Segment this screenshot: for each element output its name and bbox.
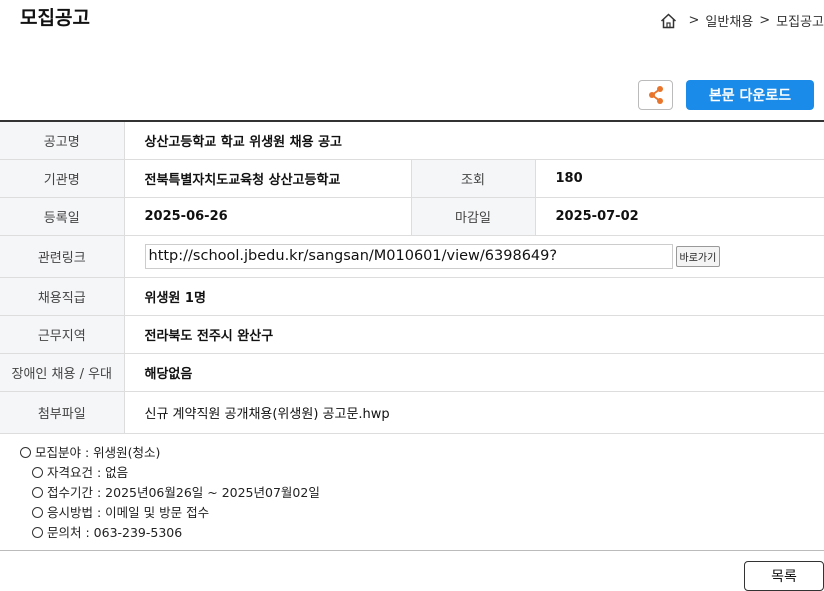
circle-bullet-icon [32,487,43,498]
org-value: 전북특별자치도교육청 상산고등학교 [124,159,411,198]
list-item: 접수기간 : 2025년06월26일 ~ 2025년07월02일 [20,483,320,503]
org-label: 기관명 [0,159,125,198]
table-row: 장애인 채용 / 우대 해당없음 [0,353,824,392]
table-row: 근무지역 전라북도 전주시 완산구 [0,315,824,354]
circle-bullet-icon [20,447,31,458]
file-label: 첨부파일 [0,391,125,434]
divider [0,550,824,551]
disabled-value: 해당없음 [124,353,824,392]
area-value: 전라북도 전주시 완산구 [124,315,824,354]
breadcrumb-item-current[interactable]: 모집공고 [776,11,824,30]
breadcrumb-separator: > [759,13,771,28]
home-icon[interactable] [660,12,677,29]
disabled-label: 장애인 채용 / 우대 [0,353,125,392]
description: 모집분야 : 위생원(청소) 자격요건 : 없음 접수기간 : 2025년06월… [20,443,320,543]
deadline-value: 2025-07-02 [535,197,824,236]
table-row: 기관명 전북특별자치도교육청 상산고등학교 조회 180 [0,159,824,198]
page-title: 모집공고 [20,7,90,29]
reg-date-value: 2025-06-26 [124,197,411,236]
link-field[interactable]: http://school.jbedu.kr/sangsan/M010601/v… [144,243,673,269]
link-cell: http://school.jbedu.kr/sangsan/M010601/v… [124,235,824,278]
table-row: 첨부파일 신규 계약직원 공개채용(위생원) 공고문.hwp [0,391,824,434]
list-button[interactable]: 목록 [744,561,824,591]
title-value: 상산고등학교 학교 위생원 채용 공고 [124,121,824,160]
area-label: 근무지역 [0,315,125,354]
share-button[interactable] [638,80,673,110]
table-row: 채용직급 위생원 1명 [0,277,824,316]
list-item: 응시방법 : 이메일 및 방문 접수 [20,503,320,523]
breadcrumb-item-general[interactable]: 일반채용 [705,11,753,30]
info-table: 공고명 상산고등학교 학교 위생원 채용 공고 기관명 전북특별자치도교육청 상… [0,120,824,434]
download-button[interactable]: 본문 다운로드 [686,80,814,110]
job-value: 위생원 1명 [124,277,824,316]
job-label: 채용직급 [0,277,125,316]
circle-bullet-icon [32,507,43,518]
circle-bullet-icon [32,467,43,478]
deadline-label: 마감일 [410,197,536,236]
breadcrumb: > 일반채용 > 모집공고 [660,11,824,30]
table-row: 관련링크 http://school.jbedu.kr/sangsan/M010… [0,235,824,278]
share-icon [648,86,663,104]
views-label: 조회 [410,159,536,198]
title-label: 공고명 [0,121,125,160]
breadcrumb-separator: > [688,13,700,28]
reg-date-label: 등록일 [0,197,125,236]
go-link-button[interactable]: 바로가기 [675,245,721,267]
list-item: 자격요건 : 없음 [20,463,320,483]
circle-bullet-icon [32,527,43,538]
list-item: 모집분야 : 위생원(청소) [20,443,320,463]
table-row: 등록일 2025-06-26 마감일 2025-07-02 [0,197,824,236]
link-label: 관련링크 [0,235,125,278]
list-item: 문의처 : 063-239-5306 [20,523,320,543]
file-link[interactable]: 신규 계약직원 공개채용(위생원) 공고문.hwp [124,391,824,434]
views-value: 180 [535,159,824,198]
table-row: 공고명 상산고등학교 학교 위생원 채용 공고 [0,121,824,160]
